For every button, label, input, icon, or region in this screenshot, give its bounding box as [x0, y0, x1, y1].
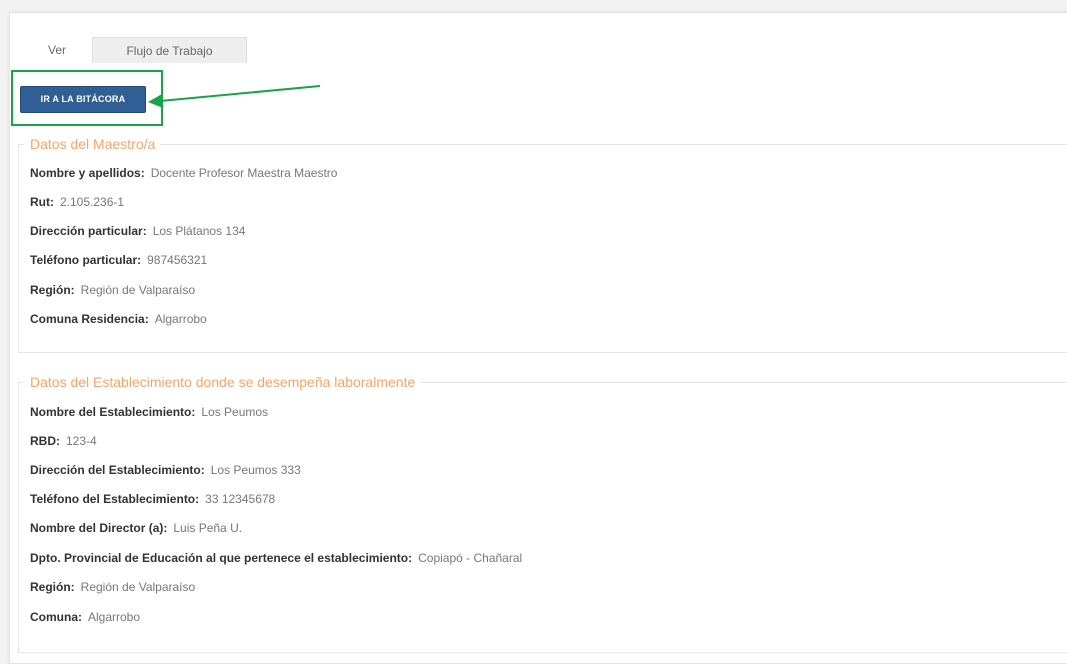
field-direccion-particular: Dirección particular: Los Plátanos 134	[30, 223, 245, 239]
field-label: Rut:	[30, 195, 54, 209]
field-value: 2.105.236-1	[60, 195, 125, 209]
section-establecimiento	[18, 382, 1067, 653]
tab-flujo-de-trabajo[interactable]: Flujo de Trabajo	[92, 37, 247, 63]
field-value: Algarrobo	[88, 610, 141, 624]
section-maestro-title: Datos del Maestro/a	[24, 135, 161, 153]
field-value: Docente Profesor Maestra Maestro	[150, 166, 338, 180]
field-dpto-provincial: Dpto. Provincial de Educación al que per…	[30, 550, 522, 566]
field-label: Dirección particular:	[30, 224, 147, 238]
field-value: Algarrobo	[154, 312, 207, 326]
field-rbd: RBD: 123-4	[30, 433, 97, 449]
field-label: Dirección del Establecimiento:	[30, 463, 205, 477]
field-label: Dpto. Provincial de Educación al que per…	[30, 551, 413, 565]
field-label: Región:	[30, 283, 75, 297]
field-nombre-establecimiento: Nombre del Establecimiento: Los Peumos	[30, 404, 268, 420]
field-label: Teléfono particular:	[30, 253, 142, 267]
field-label: Comuna:	[30, 610, 82, 624]
field-telefono-particular: Teléfono particular: 987456321	[30, 252, 207, 268]
field-label: Comuna Residencia:	[30, 312, 149, 326]
field-region: Región: Región de Valparaíso	[30, 282, 195, 298]
field-label: RBD:	[30, 434, 60, 448]
arrow-annotation-icon	[148, 85, 321, 108]
tab-ver[interactable]: Ver	[22, 37, 92, 63]
tab-bar: Ver Flujo de Trabajo	[22, 37, 247, 63]
field-value: 987456321	[147, 253, 208, 267]
field-value: Región de Valparaíso	[80, 283, 196, 297]
field-label: Nombre y apellidos:	[30, 166, 145, 180]
field-value: Los Peumos	[201, 405, 269, 419]
field-label: Teléfono del Establecimiento:	[30, 492, 200, 506]
field-nombre-director: Nombre del Director (a): Luis Peña U.	[30, 520, 242, 536]
ir-a-la-bitacora-button[interactable]: IR A LA BITÁCORA	[20, 86, 146, 113]
section-maestro-divider	[18, 144, 1067, 145]
field-value: Los Peumos 333	[210, 463, 301, 477]
field-region-establecimiento: Región: Región de Valparaíso	[30, 579, 195, 595]
field-label: Región:	[30, 580, 75, 594]
field-value: 123-4	[66, 434, 97, 448]
field-value: Copiapó - Chañaral	[418, 551, 523, 565]
field-value: Luis Peña U.	[173, 521, 243, 535]
field-value: 33 12345678	[205, 492, 276, 506]
field-label: Nombre del Establecimiento:	[30, 405, 196, 419]
field-value: Los Plátanos 134	[152, 224, 246, 238]
field-value: Región de Valparaíso	[80, 580, 196, 594]
field-rut: Rut: 2.105.236-1	[30, 194, 124, 210]
field-comuna-residencia: Comuna Residencia: Algarrobo	[30, 311, 207, 327]
field-comuna: Comuna: Algarrobo	[30, 609, 140, 625]
section-establecimiento-title: Datos del Establecimiento donde se desem…	[24, 373, 421, 391]
field-direccion-establecimiento: Dirección del Establecimiento: Los Peumos…	[30, 462, 301, 478]
field-nombre-apellidos: Nombre y apellidos: Docente Profesor Maes…	[30, 165, 337, 181]
field-telefono-establecimiento: Teléfono del Establecimiento: 33 12345678	[30, 491, 275, 507]
field-label: Nombre del Director (a):	[30, 521, 168, 535]
